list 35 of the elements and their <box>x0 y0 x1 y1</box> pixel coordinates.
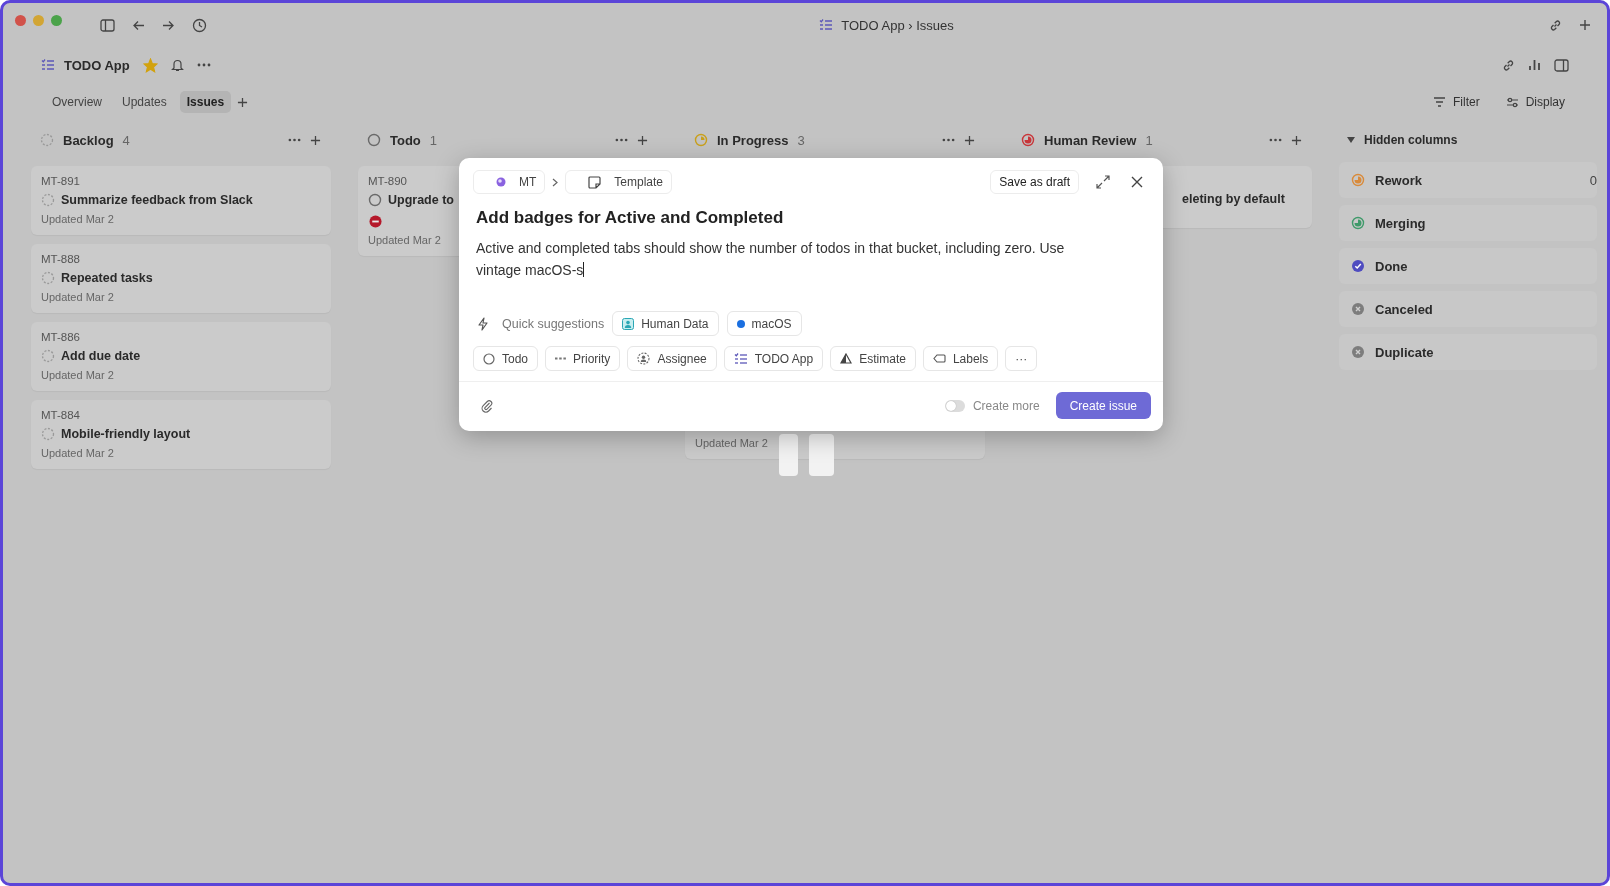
hidden-columns-title: Hidden columns <box>1364 133 1458 147</box>
issue-id: MT-891 <box>41 175 80 187</box>
issue-title: Summarize feedback from Slack <box>61 193 253 207</box>
issue-title: eleting by default <box>1182 192 1285 206</box>
column-title: In Progress <box>717 132 789 148</box>
issue-id: MT-886 <box>41 331 80 343</box>
column-title: Human Review <box>1044 132 1137 148</box>
updated-date: Updated Mar 2 <box>695 437 768 449</box>
issue-title: Repeated tasks <box>61 271 153 285</box>
issue-title: Upgrade to <box>388 193 454 207</box>
create-more-label: Create more <box>972 398 1040 413</box>
updated-date: Updated Mar 2 <box>368 234 441 246</box>
column-title: Backlog <box>63 132 114 148</box>
column-title: Canceled <box>1375 301 1434 317</box>
updated-date: Updated Mar 2 <box>41 291 114 303</box>
updated-date: Updated Mar 2 <box>41 213 114 225</box>
column-count: 0 <box>1589 172 1597 188</box>
column-count: 1 <box>1145 132 1153 148</box>
window-title: TODO App › Issues <box>841 17 954 33</box>
column-count: 1 <box>429 132 438 148</box>
column-title: Duplicate <box>1375 344 1435 360</box>
column-title: Todo <box>390 132 421 148</box>
column-title: Done <box>1375 258 1409 274</box>
issue-id: MT-888 <box>41 253 80 265</box>
column-title: Merging <box>1375 215 1427 231</box>
updated-date: Updated Mar 2 <box>41 369 114 381</box>
issue-id: MT-890 <box>368 175 407 187</box>
column-count: 4 <box>122 132 130 148</box>
issue-title: Add due date <box>61 349 141 363</box>
issue-title: Mobile-friendly layout <box>61 427 191 441</box>
suggestions-label: Quick suggestions <box>502 316 605 331</box>
updated-date: Updated Mar 2 <box>41 447 114 459</box>
column-count: 3 <box>797 132 805 148</box>
column-title: Rework <box>1375 172 1423 188</box>
issue-id: MT-884 <box>41 409 80 421</box>
